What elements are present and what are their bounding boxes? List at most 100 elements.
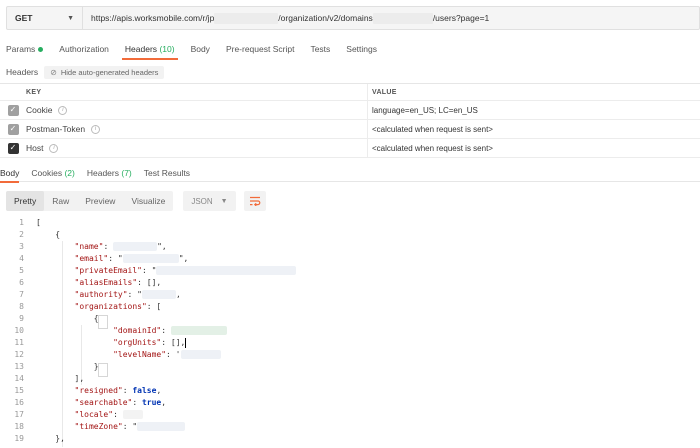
- header-key-cell[interactable]: Cookie i: [26, 101, 368, 119]
- json-key: "timeZone": [74, 422, 123, 431]
- tab-settings[interactable]: Settings: [346, 38, 377, 60]
- line-number: 8: [19, 302, 24, 311]
- url-part-2: /organization/v2/domains: [278, 13, 373, 23]
- line-number: 18: [14, 422, 24, 431]
- tab-test-results[interactable]: Test Results: [144, 165, 190, 182]
- redacted-region: [214, 12, 279, 24]
- header-key: Host: [26, 143, 44, 153]
- header-key: Postman-Token: [26, 124, 86, 134]
- header-value-cell[interactable]: <calculated when request is sent>: [368, 120, 700, 138]
- code-token: }: [93, 362, 99, 371]
- code-line: 8 "organizations": [: [0, 301, 700, 313]
- key-column-header: KEY: [26, 84, 368, 100]
- tab-label: Headers: [86, 168, 119, 178]
- hide-auto-label: Hide auto-generated headers: [60, 67, 159, 77]
- response-body-code[interactable]: 1[ 2 { 3 "name": ", 4 "email": " ", 5 "pr…: [0, 217, 700, 447]
- header-key: Cookie: [26, 105, 53, 115]
- json-value: [],: [146, 278, 162, 287]
- tab-pre-request-script[interactable]: Pre-request Script: [226, 38, 295, 60]
- info-icon[interactable]: i: [49, 143, 59, 153]
- eye-off-icon: ⊘: [50, 67, 57, 77]
- row-checkbox[interactable]: ✓: [7, 104, 19, 116]
- json-key: "aliasEmails": [74, 278, 138, 287]
- tab-label: Cookies: [31, 168, 63, 178]
- view-preview-button[interactable]: Preview: [77, 191, 123, 211]
- format-label: JSON: [191, 196, 213, 206]
- tab-response-headers[interactable]: Headers (7): [87, 165, 132, 182]
- method-select[interactable]: GET ▼: [7, 7, 83, 29]
- json-key: "organizations": [74, 302, 147, 311]
- code-line: 16 "searchable": true,: [0, 397, 700, 409]
- headers-table: KEY VALUE ✓ Cookie i language=en_US; LC=e…: [0, 83, 700, 158]
- code-line: 6 "aliasEmails": [],: [0, 277, 700, 289]
- tab-response-cookies[interactable]: Cookies (2): [31, 165, 74, 182]
- line-number: 19: [14, 434, 24, 443]
- code-line: 14 ],: [0, 373, 700, 385]
- value-column-header: VALUE: [372, 88, 397, 96]
- response-toolbar: Pretty Raw Preview Visualize JSON ▼: [6, 191, 266, 211]
- table-row: ✓ Cookie i language=en_US; LC=en_US: [0, 101, 700, 120]
- tab-count: (2): [64, 168, 75, 178]
- code-line: 10 "domainId":: [0, 325, 700, 337]
- hide-auto-generated-button[interactable]: ⊘ Hide auto-generated headers: [44, 65, 165, 79]
- method-label: GET: [15, 13, 33, 23]
- tab-label: Pre-request Script: [225, 44, 295, 54]
- header-value-cell[interactable]: language=en_US; LC=en_US: [368, 101, 700, 119]
- info-icon[interactable]: i: [58, 105, 68, 115]
- format-select[interactable]: JSON ▼: [183, 191, 236, 211]
- row-checkbox[interactable]: ✓: [7, 142, 19, 154]
- line-number: 4: [19, 254, 24, 263]
- json-value: true: [141, 398, 162, 407]
- tab-authorization[interactable]: Authorization: [59, 38, 109, 60]
- code-line: 19 },: [0, 433, 700, 445]
- line-number: 1: [19, 218, 24, 227]
- header-key-cell[interactable]: Host i: [26, 139, 368, 157]
- request-tabs: Params Authorization Headers (10) Body P…: [0, 38, 700, 60]
- header-value-cell[interactable]: <calculated when request is sent>: [368, 139, 700, 157]
- url-part-1: https://apis.worksmobile.com/r/jp: [91, 13, 215, 23]
- json-key: "email": [74, 254, 109, 263]
- redacted-value: [122, 254, 179, 263]
- check-cell: ✓: [0, 123, 26, 135]
- wrap-lines-button[interactable]: [243, 191, 266, 211]
- params-active-dot: [38, 47, 44, 53]
- tab-tests[interactable]: Tests: [310, 38, 330, 60]
- line-number: 10: [14, 326, 24, 335]
- url-input[interactable]: https://apis.worksmobile.com/r/jp /organ…: [83, 7, 699, 29]
- code-token: ],: [74, 374, 85, 383]
- tab-label: Body: [0, 168, 20, 178]
- redacted-value: [141, 290, 176, 299]
- row-checkbox[interactable]: ✓: [7, 123, 19, 135]
- tab-params[interactable]: Params: [6, 38, 44, 60]
- table-row: ✓ Host i <calculated when request is sent…: [0, 139, 700, 158]
- line-number: 16: [14, 398, 24, 407]
- line-number: 13: [14, 362, 24, 371]
- chevron-down-icon: ▼: [67, 14, 74, 22]
- tab-response-body[interactable]: Body: [0, 165, 20, 183]
- tab-body[interactable]: Body: [191, 38, 210, 60]
- line-number: 9: [19, 314, 24, 323]
- redacted-value: [137, 422, 186, 431]
- tab-label: Headers: [124, 44, 158, 54]
- line-number: 6: [19, 278, 24, 287]
- view-raw-button[interactable]: Raw: [44, 191, 77, 211]
- tab-count: (10): [159, 44, 175, 54]
- info-icon[interactable]: i: [91, 124, 101, 134]
- view-pretty-button[interactable]: Pretty: [6, 191, 45, 211]
- json-key: "orgUnits": [113, 338, 162, 347]
- header-key-cell[interactable]: Postman-Token i: [26, 120, 368, 138]
- code-line: 9 {: [0, 313, 700, 325]
- line-number: 5: [19, 266, 24, 275]
- url-part-3: /users?page=1: [432, 13, 490, 23]
- redacted-value: [122, 410, 143, 419]
- code-line: 5 "privateEmail": ": [0, 265, 700, 277]
- json-key: "domainId": [113, 326, 162, 335]
- code-line: 1[: [0, 217, 700, 229]
- code-token: {: [93, 314, 99, 323]
- tab-headers[interactable]: Headers (10): [121, 38, 178, 60]
- line-number: 17: [14, 410, 24, 419]
- tab-label: Test Results: [143, 168, 191, 178]
- json-value: false: [132, 386, 157, 395]
- code-line: 17 "locale":: [0, 409, 700, 421]
- view-visualize-button[interactable]: Visualize: [123, 191, 173, 211]
